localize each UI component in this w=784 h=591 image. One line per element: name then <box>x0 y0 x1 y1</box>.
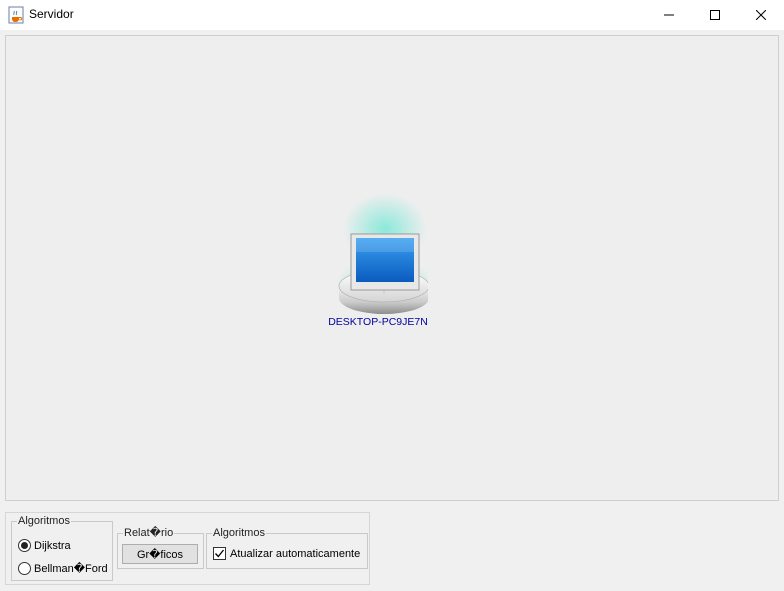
maximize-button[interactable] <box>692 0 738 30</box>
algorithms-legend: Algoritmos <box>18 515 70 527</box>
report-legend: Relat�rio <box>124 527 174 539</box>
auto-update-legend: Algoritmos <box>213 527 265 539</box>
node-label: DESKTOP-PC9JE7N <box>328 316 428 328</box>
minimize-button[interactable] <box>646 0 692 30</box>
radio-bellman-ford[interactable]: Bellman�Ford <box>18 562 108 575</box>
checkmark-icon[interactable] <box>213 547 226 560</box>
radio-unselected-icon[interactable] <box>18 562 31 575</box>
close-icon <box>756 10 766 20</box>
minimize-icon <box>664 14 674 16</box>
maximize-icon <box>710 10 720 20</box>
algorithms-radio-group: Algoritmos Dijkstra Bellman�Ford <box>11 515 113 581</box>
radio-dijkstra-label: Dijkstra <box>34 539 71 552</box>
computer-server-icon <box>337 193 433 314</box>
control-panel: Algoritmos Dijkstra Bellman�Ford Relat�r… <box>5 512 370 585</box>
close-button[interactable] <box>738 0 784 30</box>
window-title: Servidor <box>29 7 74 21</box>
radio-selected-icon[interactable] <box>18 539 31 552</box>
auto-update-label: Atualizar automaticamente <box>230 547 361 560</box>
radio-bellman-ford-label: Bellman�Ford <box>34 563 108 575</box>
charts-button[interactable]: Gr�ficos <box>122 544 198 564</box>
auto-update-group: Algoritmos Atualizar automaticamente <box>206 527 368 569</box>
auto-update-checkbox[interactable]: Atualizar automaticamente <box>213 547 360 560</box>
java-cup-icon <box>8 6 24 24</box>
server-node[interactable]: DESKTOP-PC9JE7N <box>328 193 433 334</box>
report-group: Relat�rio Gr�ficos <box>117 527 204 569</box>
title-bar: Servidor <box>0 0 784 30</box>
radio-dijkstra[interactable]: Dijkstra <box>18 539 71 552</box>
graph-canvas[interactable]: DESKTOP-PC9JE7N <box>5 35 779 501</box>
